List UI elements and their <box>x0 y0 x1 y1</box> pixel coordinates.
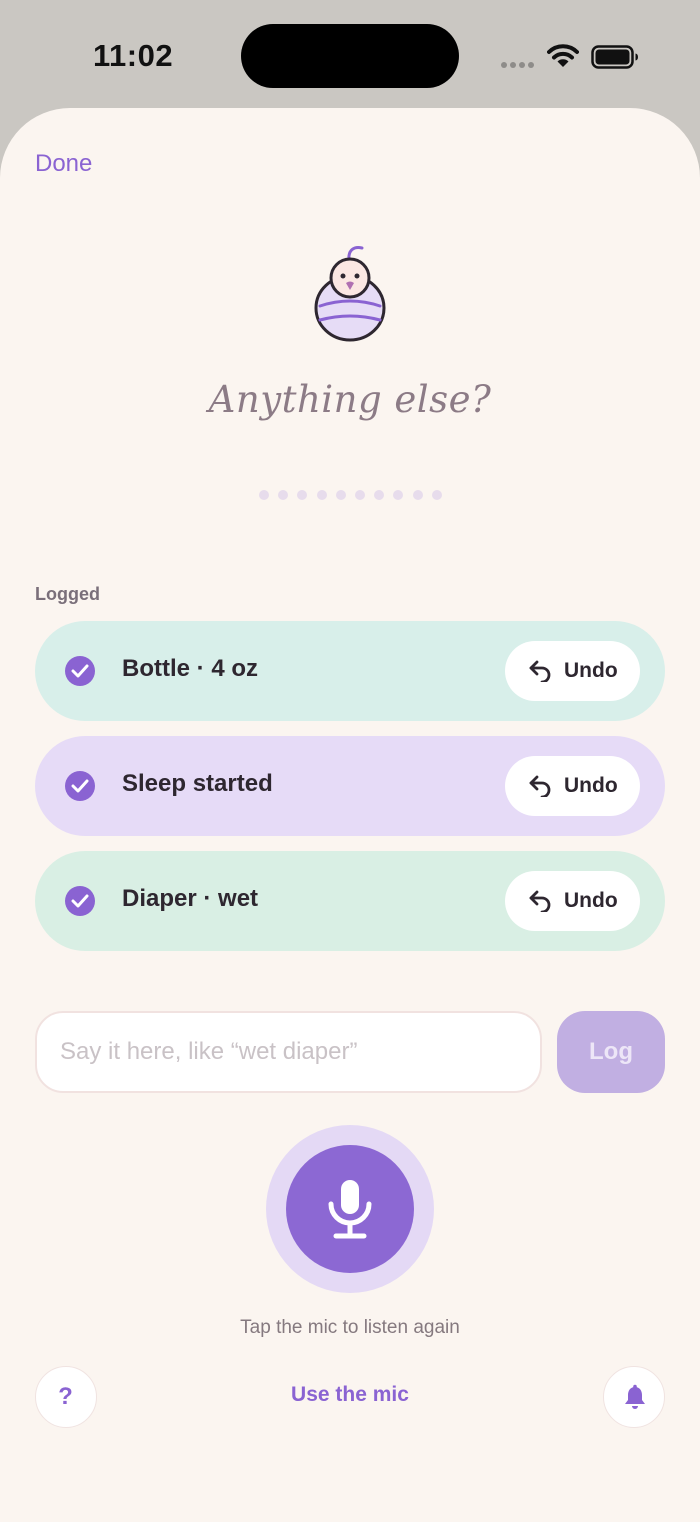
section-label-logged: Logged <box>35 584 100 604</box>
progress-dot <box>431 490 442 500</box>
undo-icon <box>529 660 551 682</box>
notifications-button[interactable] <box>603 1366 665 1428</box>
check-icon <box>65 656 95 686</box>
undo-icon <box>529 890 551 912</box>
logged-item: Diaper · wet Undo <box>35 851 665 951</box>
undo-button[interactable]: Undo <box>505 756 640 816</box>
headline: Anything else? <box>208 378 492 421</box>
mic-button[interactable] <box>286 1145 414 1273</box>
use-mic-link[interactable]: Use the mic <box>291 1383 409 1406</box>
battery-icon <box>591 45 638 69</box>
undo-button[interactable]: Undo <box>505 641 640 701</box>
undo-icon <box>529 775 551 797</box>
undo-button[interactable]: Undo <box>505 871 640 931</box>
microphone-icon <box>328 1180 372 1239</box>
check-icon <box>65 886 95 916</box>
question-mark-icon: ? <box>58 1383 73 1410</box>
help-button[interactable]: ? <box>35 1366 97 1428</box>
swaddled-baby-icon <box>314 246 386 342</box>
status-time: 11:02 <box>93 38 174 73</box>
log-button[interactable]: Log <box>557 1011 665 1093</box>
undo-label: Undo <box>564 889 618 912</box>
logged-item-label: Diaper · wet <box>122 885 259 912</box>
dynamic-island <box>241 24 459 88</box>
undo-label: Undo <box>564 659 618 682</box>
log-text-input[interactable] <box>35 1011 542 1093</box>
progress-dot <box>316 490 327 500</box>
status-bar: 11:02 <box>0 0 700 110</box>
logged-item: Sleep started Undo <box>35 736 665 836</box>
progress-dot <box>335 490 346 500</box>
done-button[interactable]: Done <box>35 150 92 178</box>
undo-label: Undo <box>564 774 618 797</box>
progress-dot <box>259 490 269 500</box>
bell-icon <box>625 1384 645 1409</box>
logged-item-label: Bottle · 4 oz <box>122 655 258 682</box>
progress-dot <box>355 490 365 500</box>
logged-item: Bottle · 4 oz Undo <box>35 621 665 721</box>
mic-hint: Tap the mic to listen again <box>240 1317 460 1338</box>
check-icon <box>65 771 95 801</box>
wifi-icon <box>547 44 579 67</box>
progress-dot <box>412 490 423 500</box>
logged-item-label: Sleep started <box>122 770 273 797</box>
